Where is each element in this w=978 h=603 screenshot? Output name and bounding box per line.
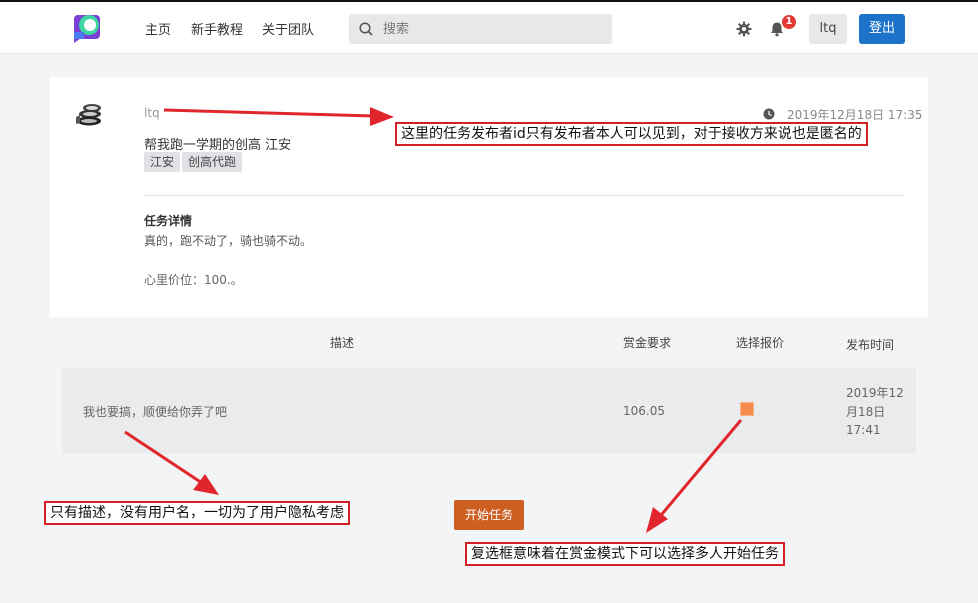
annotation-callout: 这里的任务发布者id只有发布者本人可以见到，对于接收方来说也是匿名的: [395, 122, 868, 146]
search-box[interactable]: [349, 14, 612, 44]
nav-link-about-team[interactable]: 关于团队: [262, 19, 314, 38]
task-detail-heading: 任务详情: [144, 214, 193, 228]
publisher-avatar-icon: [76, 104, 101, 126]
task-tag[interactable]: 创高代跑: [182, 152, 243, 172]
nav-link-tutorial[interactable]: 新手教程: [191, 19, 243, 38]
task-tag[interactable]: 江安: [144, 152, 181, 172]
row-description: 我也要搞，顺便给你弄了吧: [83, 405, 228, 419]
nav-link-home[interactable]: 主页: [145, 19, 171, 38]
start-task-button[interactable]: 开始任务: [454, 500, 524, 530]
row-publish-time-line: 月18日: [846, 405, 886, 419]
row-publish-time-line: 2019年12: [846, 386, 904, 400]
annotation-callout: 只有描述，没有用户名，一切为了用户隐私考虑: [44, 501, 350, 525]
task-expected-price: 心里价位：100.。: [144, 273, 243, 287]
top-navbar: 主页 新手教程 关于团队 1 ltq 登出: [0, 2, 978, 54]
row-publish-time-line: 17:41: [846, 423, 881, 437]
search-icon: [359, 22, 373, 36]
column-header-description: 描述: [330, 336, 355, 350]
user-menu-button[interactable]: ltq: [809, 14, 847, 44]
task-title: 帮我跑一学期的创高 江安: [144, 138, 292, 153]
row-bounty: 106.05: [623, 404, 665, 418]
logout-button[interactable]: 登出: [859, 14, 905, 44]
card-divider: [144, 195, 904, 196]
annotation-callout: 复选框意味着在赏金模式下可以选择多人开始任务: [465, 542, 785, 566]
column-header-publish-time: 发布时间: [846, 338, 895, 352]
task-publisher-id[interactable]: ltq: [144, 106, 160, 120]
column-header-select-offer: 选择报价: [736, 336, 785, 350]
column-header-bounty: 赏金要求: [623, 336, 672, 350]
app-logo-icon[interactable]: [72, 12, 102, 44]
task-publish-date: 2019年12月18日 17:35: [787, 108, 923, 122]
task-detail-text: 真的，跑不动了，骑也骑不动。: [144, 234, 313, 248]
clock-icon: [763, 108, 775, 120]
search-input[interactable]: [383, 14, 603, 44]
select-offer-checkbox[interactable]: [740, 402, 754, 416]
gear-icon[interactable]: [736, 21, 752, 37]
notification-badge: 1: [782, 15, 796, 29]
